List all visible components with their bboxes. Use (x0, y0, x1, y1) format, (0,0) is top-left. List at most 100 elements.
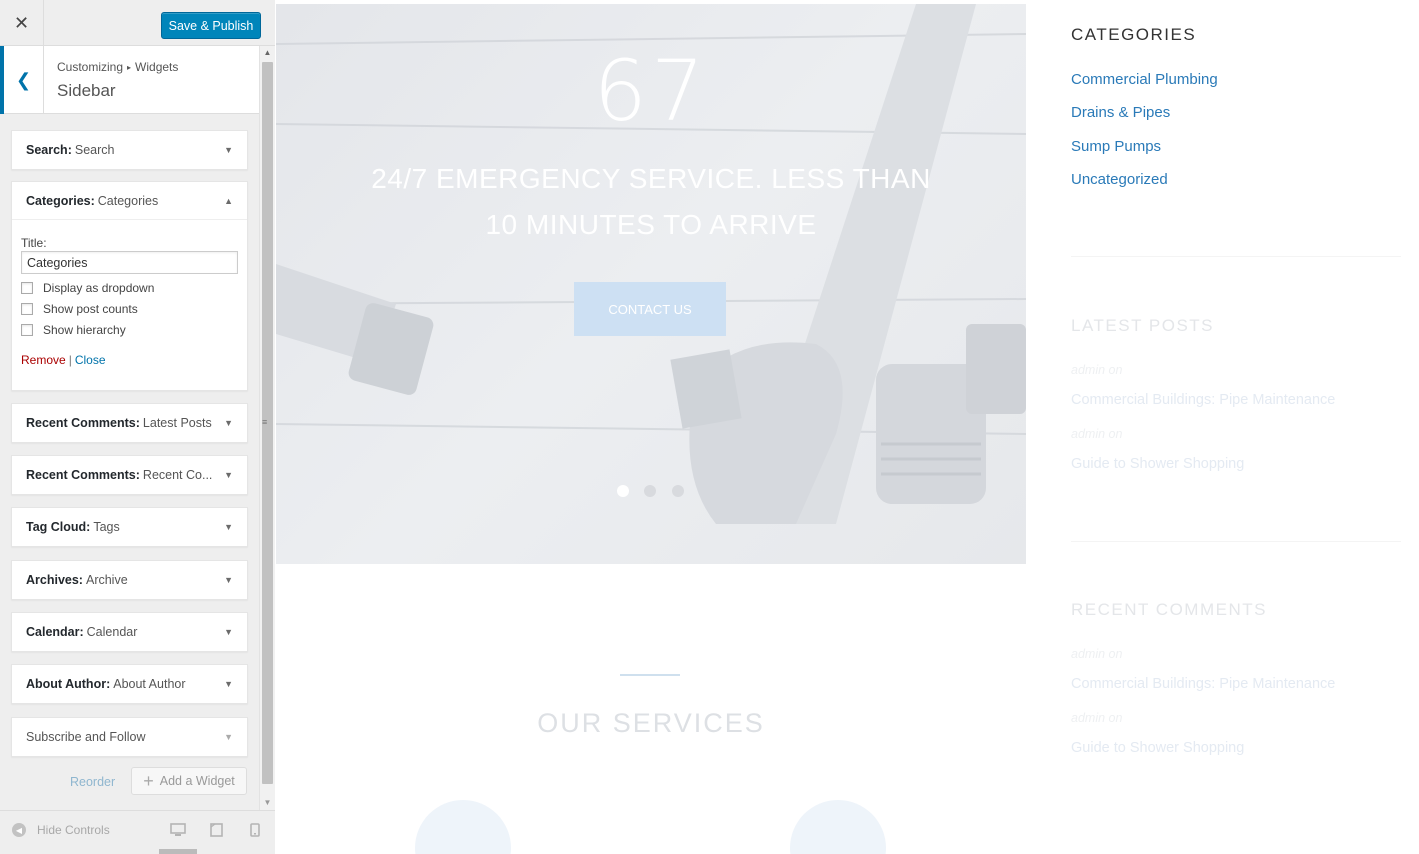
title-input[interactable] (21, 251, 238, 274)
back-arrow-icon[interactable]: ❮ (0, 46, 44, 114)
widget-type: About Author: (26, 677, 111, 691)
widget-subscribe-follow[interactable]: Subscribe and Follow ▼ (11, 717, 248, 757)
desktop-preview-icon[interactable] (170, 823, 186, 840)
widget-header[interactable]: About Author: About Author ▼ (12, 665, 247, 703)
slider-dot[interactable] (644, 485, 656, 497)
scroll-down-arrow-icon[interactable]: ▼ (260, 796, 275, 810)
comment-meta: admin on (1071, 711, 1123, 725)
close-link[interactable]: Close (75, 353, 106, 367)
widget-title: Latest Posts (142, 416, 212, 430)
widget-calendar[interactable]: Calendar: Calendar ▼ (11, 612, 248, 652)
widget-form: Title: Display as dropdown Show post cou… (12, 220, 247, 367)
option-hierarchy[interactable]: Show hierarchy (21, 323, 238, 337)
hide-controls-label: Hide Controls (37, 823, 110, 837)
expand-arrow-icon[interactable]: ▼ (224, 679, 233, 689)
device-indicator (159, 849, 197, 854)
widget-header[interactable]: Archives: Archive ▼ (12, 561, 247, 599)
widget-header[interactable]: Recent Comments: Latest Posts ▼ (12, 404, 247, 442)
widget-title: Archive (85, 573, 128, 587)
widget-title: Tags (93, 520, 120, 534)
widget-recent-comments-latest[interactable]: Recent Comments: Latest Posts ▼ (11, 403, 248, 443)
checkbox[interactable] (21, 282, 33, 294)
collapse-arrow-icon: ◀ (12, 823, 26, 837)
category-link[interactable]: Sump Pumps (1071, 138, 1161, 155)
hero-slider: 67 24/7 EMERGENCY SERVICE. LESS THAN 10 … (276, 4, 1026, 564)
widget-header[interactable]: Subscribe and Follow ▼ (12, 718, 247, 756)
slider-dot[interactable] (617, 485, 629, 497)
site-preview: 67 24/7 EMERGENCY SERVICE. LESS THAN 10 … (276, 0, 1419, 854)
resize-grip-icon[interactable]: ≡ (262, 417, 267, 427)
sidebar-divider (1071, 256, 1401, 257)
widget-header[interactable]: Categories: Categories ▲ (12, 182, 247, 220)
post-meta: admin on (1071, 363, 1123, 377)
plus-icon: + (143, 770, 154, 791)
expand-arrow-icon[interactable]: ▼ (224, 522, 233, 532)
service-icon (790, 800, 886, 854)
latest-posts-title: LATEST POSTS (1071, 316, 1215, 335)
checkbox[interactable] (21, 303, 33, 315)
expand-arrow-icon[interactable]: ▼ (224, 732, 233, 742)
widget-type: Archives: (26, 573, 83, 587)
save-publish-button[interactable]: Save & Publish (161, 12, 261, 39)
widget-title: Categories (97, 193, 159, 208)
breadcrumb-item: Widgets (135, 60, 179, 74)
panel-scrollbar[interactable]: ▲ ▼ (259, 46, 275, 810)
breadcrumb-item: Customizing (57, 60, 124, 74)
categories-title: CATEGORIES (1071, 25, 1197, 44)
recent-comments-title: RECENT COMMENTS (1071, 600, 1267, 619)
widget-title: Recent Co... (142, 468, 213, 482)
widget-header[interactable]: Search: Search ▼ (12, 131, 247, 169)
section-divider (620, 674, 680, 676)
title-label: Title: (21, 236, 47, 250)
checkbox[interactable] (21, 324, 33, 336)
expand-arrow-icon[interactable]: ▼ (224, 575, 233, 585)
option-post-counts[interactable]: Show post counts (21, 302, 238, 316)
post-meta: admin on (1071, 427, 1123, 441)
widget-title: Calendar (86, 625, 138, 639)
category-link[interactable]: Drains & Pipes (1071, 104, 1170, 121)
contact-us-button[interactable]: CONTACT US (574, 282, 726, 336)
category-link[interactable]: Uncategorized (1071, 171, 1168, 188)
category-link[interactable]: Commercial Plumbing (1071, 71, 1218, 88)
post-link[interactable]: Commercial Buildings: Pipe Maintenance (1071, 392, 1335, 408)
widget-recent-comments[interactable]: Recent Comments: Recent Co... ▼ (11, 455, 248, 495)
comment-link[interactable]: Guide to Shower Shopping (1071, 740, 1244, 756)
close-icon[interactable]: ✕ (0, 0, 44, 46)
section-title: Sidebar (57, 81, 116, 100)
tablet-preview-icon[interactable] (210, 823, 223, 840)
hide-controls-button[interactable]: ◀ Hide Controls (12, 823, 110, 837)
mobile-preview-icon[interactable] (250, 823, 260, 840)
widget-header[interactable]: Tag Cloud: Tags ▼ (12, 508, 247, 546)
comment-link[interactable]: Commercial Buildings: Pipe Maintenance (1071, 676, 1335, 692)
sidebar-divider (1071, 541, 1401, 542)
remove-link[interactable]: Remove (21, 353, 66, 367)
widget-type: Recent Comments: (26, 468, 140, 482)
expand-arrow-icon[interactable]: ▼ (224, 627, 233, 637)
expand-arrow-icon[interactable]: ▼ (224, 470, 233, 480)
widget-tag-cloud[interactable]: Tag Cloud: Tags ▼ (11, 507, 248, 547)
add-widget-button[interactable]: + Add a Widget (131, 767, 247, 795)
breadcrumb: Customizing ▸ Widgets (57, 60, 178, 74)
expand-arrow-icon[interactable]: ▼ (224, 418, 233, 428)
widget-search[interactable]: Search: Search ▼ (11, 130, 248, 170)
widget-type: Tag Cloud: (26, 520, 91, 534)
widget-header[interactable]: Recent Comments: Recent Co... ▼ (12, 456, 247, 494)
widget-type: Calendar: (26, 625, 84, 639)
services-title: OUR SERVICES (537, 708, 765, 738)
reorder-link[interactable]: Reorder (70, 775, 115, 789)
post-link[interactable]: Guide to Shower Shopping (1071, 456, 1244, 472)
expand-arrow-icon[interactable]: ▼ (224, 145, 233, 155)
widget-archives[interactable]: Archives: Archive ▼ (11, 560, 248, 600)
checkbox-label: Show hierarchy (43, 323, 126, 337)
widget-header[interactable]: Calendar: Calendar ▼ (12, 613, 247, 651)
widget-title: Subscribe and Follow (26, 730, 146, 744)
widget-categories[interactable]: Categories:Categories ▲ Title: Display a… (11, 181, 248, 391)
slider-dot[interactable] (672, 485, 684, 497)
widget-actions: Remove | Close (21, 353, 238, 367)
scroll-up-arrow-icon[interactable]: ▲ (260, 46, 275, 60)
checkbox-label: Show post counts (43, 302, 138, 316)
option-dropdown[interactable]: Display as dropdown (21, 281, 238, 295)
collapse-arrow-icon[interactable]: ▲ (224, 196, 233, 206)
widget-about-author[interactable]: About Author: About Author ▼ (11, 664, 248, 704)
checkbox-label: Display as dropdown (43, 281, 155, 295)
